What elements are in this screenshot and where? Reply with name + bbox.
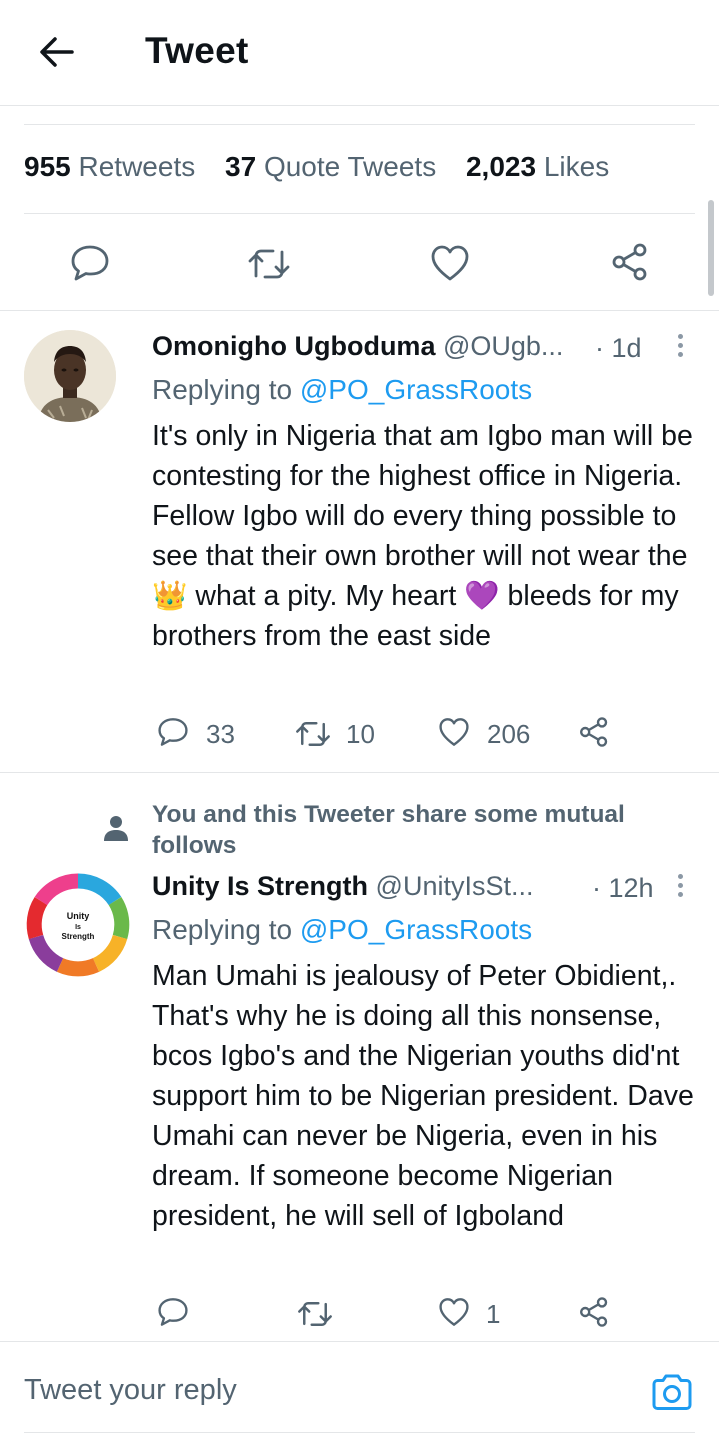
reply-icon <box>158 1298 188 1326</box>
likes-count: 2,023 <box>465 151 537 182</box>
replying-to: Replying to @PO_GrassRoots <box>152 914 532 946</box>
more-icon-dot <box>677 892 683 897</box>
more-icon-dot <box>677 343 683 348</box>
reply-icon <box>158 718 188 746</box>
author-handle: @OUgb... <box>442 331 564 361</box>
share-icon <box>612 243 647 281</box>
quote-tweets-count: 37 <box>225 151 257 182</box>
camera-button[interactable] <box>650 1372 694 1417</box>
retweet-button[interactable] <box>296 1299 334 1329</box>
divider <box>0 772 719 773</box>
retweets-label: Retweets <box>78 151 196 182</box>
reply-button[interactable] <box>70 244 110 282</box>
top-bar: Tweet <box>0 0 719 106</box>
person-icon <box>102 813 130 848</box>
tweet-time: · 12h <box>592 873 654 903</box>
author-handle: @UnityIsSt... <box>375 871 534 901</box>
replying-to-link[interactable]: @PO_GrassRoots <box>300 914 532 945</box>
reply-count: 33 <box>206 719 235 749</box>
tweet-action-bar <box>0 238 719 290</box>
reply-button[interactable] <box>157 717 189 747</box>
tweet-stats: 955 Retweets 37 Quote Tweets 2,023 Likes <box>24 151 631 183</box>
reply-icon <box>71 245 109 281</box>
share-button[interactable] <box>578 716 610 748</box>
replying-prefix: Replying to <box>152 374 293 405</box>
author-name: Omonigho Ugboduma <box>152 331 436 361</box>
tweet-text: It's only in Nigeria that am Igbo man wi… <box>152 420 693 652</box>
retweet-icon <box>248 249 290 279</box>
share-button[interactable] <box>610 242 650 282</box>
camera-icon <box>652 1374 692 1410</box>
replying-to: Replying to @PO_GrassRoots <box>152 374 532 406</box>
unity-logo: Unity Is Strength <box>25 872 131 978</box>
divider <box>24 1432 695 1433</box>
reply-author[interactable]: Unity Is Strength @UnityIsSt... <box>152 871 533 902</box>
likes-stat[interactable]: 2,023 Likes <box>466 151 609 182</box>
replying-to-link[interactable]: @PO_GrassRoots <box>300 374 532 405</box>
reply-input[interactable]: Tweet your reply <box>24 1374 237 1407</box>
more-options-button[interactable] <box>675 874 685 897</box>
likes-label: Likes <box>543 151 610 182</box>
share-icon <box>580 1297 608 1327</box>
more-options-button[interactable] <box>675 334 685 357</box>
heart-icon <box>431 245 469 281</box>
divider <box>0 1341 719 1342</box>
quote-tweets-stat[interactable]: 37 Quote Tweets <box>225 151 436 182</box>
retweet-icon <box>298 1302 332 1326</box>
reply-button[interactable] <box>157 1297 189 1327</box>
logo-word: Unity <box>67 911 90 921</box>
retweet-button[interactable] <box>246 246 292 282</box>
share-button[interactable] <box>578 1296 610 1328</box>
like-button[interactable] <box>430 244 470 282</box>
heart-icon <box>439 718 469 746</box>
page-title: Tweet <box>145 30 249 71</box>
back-button[interactable] <box>34 30 78 74</box>
like-count: 1 <box>486 1299 501 1329</box>
replying-prefix: Replying to <box>152 914 293 945</box>
avatar[interactable] <box>24 330 116 422</box>
divider <box>24 213 695 214</box>
social-context: You and this Tweeter share some mutual f… <box>152 801 625 859</box>
author-name: Unity Is Strength <box>152 871 369 901</box>
avatar-photo <box>24 330 116 422</box>
retweet-icon <box>296 722 330 746</box>
logo-word: Strength <box>62 932 95 941</box>
tweet-text: Man Umahi is jealousy of Peter Obidient,… <box>152 960 694 1232</box>
retweets-stat[interactable]: 955 Retweets <box>24 151 195 182</box>
more-icon-dot <box>677 874 683 879</box>
retweet-button[interactable] <box>294 719 332 749</box>
divider <box>0 310 719 311</box>
avatar[interactable]: Unity Is Strength <box>24 871 132 979</box>
tweet-time: · 1d <box>595 333 642 363</box>
more-icon-dot <box>677 334 683 339</box>
divider <box>24 124 695 125</box>
like-button[interactable] <box>438 1297 470 1327</box>
heart-icon <box>439 1298 469 1326</box>
arrow-left-icon <box>40 37 74 67</box>
share-icon <box>580 717 608 747</box>
retweets-count: 955 <box>24 151 71 182</box>
like-button[interactable] <box>438 717 470 747</box>
more-icon-dot <box>677 352 683 357</box>
logo-word: Is <box>75 924 81 931</box>
more-icon-dot <box>677 883 683 888</box>
retweet-count: 10 <box>346 719 375 749</box>
reply-author[interactable]: Omonigho Ugboduma @OUgb... <box>152 331 563 362</box>
quote-tweets-label: Quote Tweets <box>263 151 437 182</box>
like-count: 206 <box>487 719 531 749</box>
